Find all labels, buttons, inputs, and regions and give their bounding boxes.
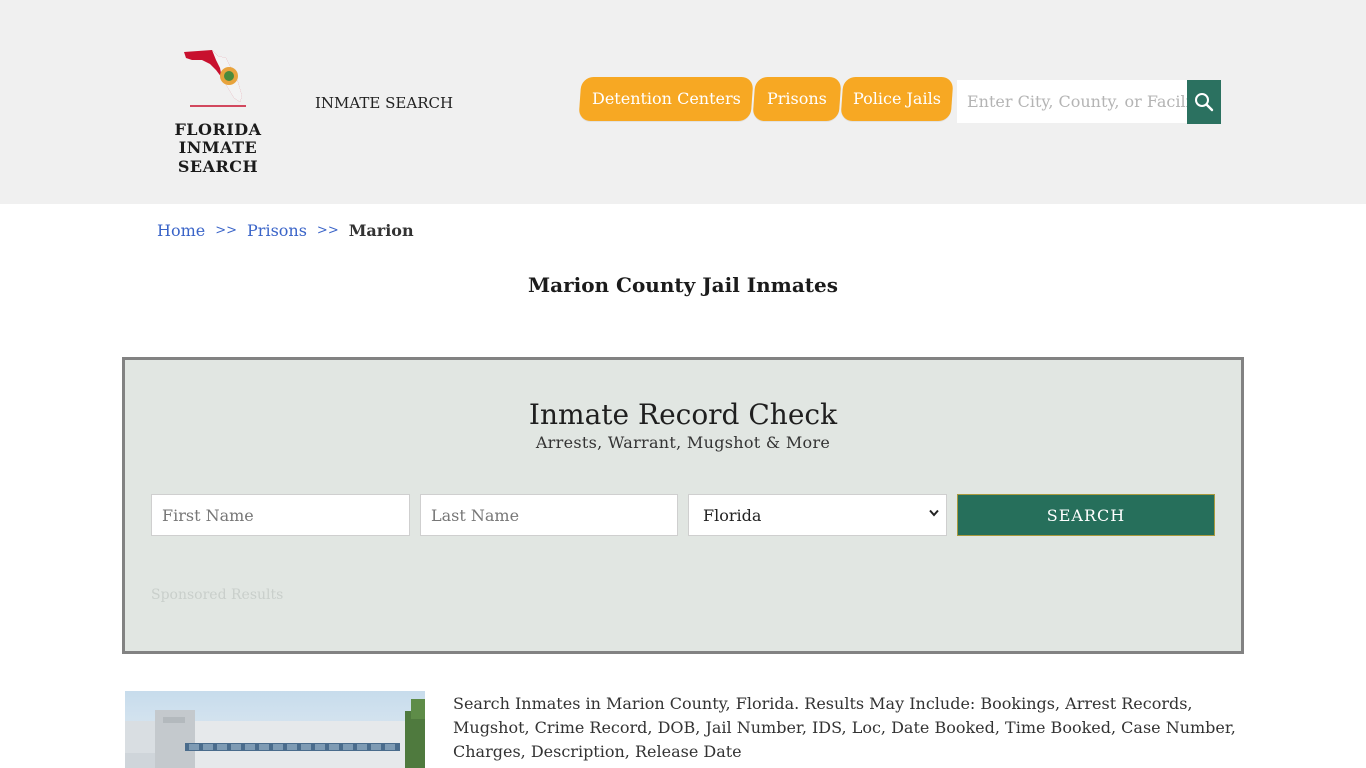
site-header: FLORIDA INMATE SEARCH INMATE SEARCH Dete… — [0, 0, 1366, 204]
last-name-input[interactable] — [420, 494, 678, 536]
breadcrumb-prisons[interactable]: Prisons — [247, 221, 307, 241]
search-icon — [1195, 93, 1214, 112]
state-select[interactable]: Florida — [688, 494, 947, 536]
record-search-button[interactable]: SEARCH — [957, 494, 1215, 536]
record-check-title: Inmate Record Check — [528, 398, 838, 431]
nav-tab-prisons[interactable]: Prisons — [752, 77, 842, 121]
site-title-link[interactable]: INMATE SEARCH — [315, 94, 453, 112]
record-check-subtitle: Arrests, Warrant, Mugshot & More — [535, 433, 831, 452]
first-name-input[interactable] — [151, 494, 410, 536]
nav-tab-label: Detention Centers — [591, 89, 741, 108]
nav-tab-detention-centers[interactable]: Detention Centers — [578, 77, 754, 121]
florida-map-icon — [184, 50, 246, 107]
jail-building-image — [125, 699, 425, 768]
inmate-record-check-panel: Inmate Record Check Arrests, Warrant, Mu… — [122, 357, 1244, 654]
facility-search-input[interactable] — [957, 80, 1189, 123]
breadcrumb-home[interactable]: Home — [157, 221, 205, 241]
breadcrumb-separator: >> — [215, 223, 238, 238]
site-logo[interactable]: FLORIDA INMATE SEARCH — [146, 44, 290, 176]
page-title: Marion County Jail Inmates — [527, 273, 839, 297]
breadcrumb-separator: >> — [316, 223, 339, 238]
breadcrumb: Home >> Prisons >> Marion — [157, 221, 414, 241]
nav-tab-label: Prisons — [767, 89, 827, 108]
logo-text-line2: INMATE SEARCH — [177, 138, 259, 176]
facility-search-button[interactable] — [1187, 80, 1221, 124]
facility-photo — [125, 691, 425, 768]
sponsored-results-label: Sponsored Results — [151, 587, 284, 603]
logo-text-line1: FLORIDA — [174, 120, 262, 139]
county-description: Search Inmates in Marion County, Florida… — [453, 694, 1236, 761]
nav-tab-police-jails[interactable]: Police Jails — [840, 77, 954, 121]
nav-tab-label: Police Jails — [853, 89, 941, 108]
breadcrumb-current: Marion — [348, 221, 414, 240]
